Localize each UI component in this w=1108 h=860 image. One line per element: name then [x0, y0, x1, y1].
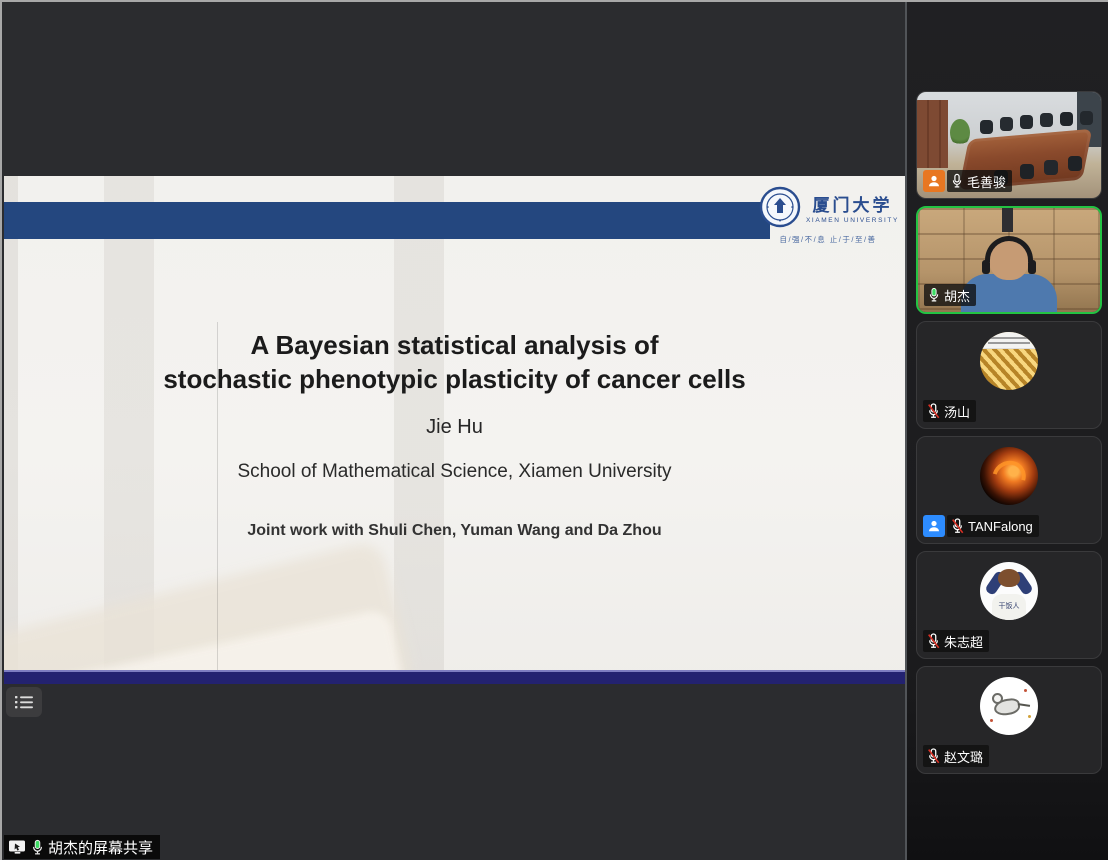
participant-tile-maoshanjun[interactable]: 毛善骏	[916, 91, 1102, 199]
avatar-label-band	[980, 332, 1038, 349]
dragon-avatar	[980, 447, 1038, 505]
participant-name: 毛善骏	[967, 172, 1006, 191]
slide-affiliation: School of Mathematical Science, Xiamen U…	[4, 461, 905, 483]
xiamen-university-logo: 厦门大学 XIAMEN UNIVERSITY 自/强/不/息 止/于/至/善	[759, 186, 897, 248]
mic-muted-icon	[927, 403, 940, 419]
slide-title: A Bayesian statistical analysis of stoch…	[4, 328, 905, 396]
participant-nameplate: 胡杰	[924, 284, 976, 306]
meeting-window: 厦门大学 XIAMEN UNIVERSITY 自/强/不/息 止/于/至/善 A…	[0, 0, 1108, 860]
participants-sidebar: 毛善骏	[905, 2, 1108, 860]
participant-nameplate: TANFalong	[923, 515, 1039, 537]
cartoon-head	[998, 569, 1020, 587]
participant-tile-tangshan[interactable]: 汤山	[916, 321, 1102, 429]
participant-name: 胡杰	[944, 286, 970, 305]
ceiling-beam	[1002, 208, 1013, 232]
slide-title-line1: A Bayesian statistical analysis of	[250, 330, 658, 360]
participant-nameplate: 朱志超	[923, 630, 989, 652]
mic-on-icon	[951, 173, 963, 189]
bird-head	[992, 693, 1003, 704]
participant-name: 赵文璐	[944, 747, 983, 766]
room-chairs	[980, 120, 993, 134]
mic-muted-icon	[951, 518, 964, 534]
room-plant	[950, 119, 970, 147]
slide-joint-work: Joint work with Shuli Chen, Yuman Wang a…	[4, 522, 905, 540]
university-name-en: XIAMEN UNIVERSITY	[806, 217, 899, 224]
screen-share-stage: 厦门大学 XIAMEN UNIVERSITY 自/强/不/息 止/于/至/善 A…	[2, 2, 907, 860]
participant-name: 朱志超	[944, 632, 983, 651]
slide-outline-button[interactable]	[6, 687, 42, 717]
participant-tile-tanfalong[interactable]: TANFalong	[916, 436, 1102, 544]
screen-share-banner: 胡杰的屏幕共享	[4, 835, 160, 859]
university-seal-icon	[759, 186, 801, 228]
presentation-slide: 厦门大学 XIAMEN UNIVERSITY 自/强/不/息 止/于/至/善 A…	[4, 176, 905, 684]
university-motto: 自/强/不/息 止/于/至/善	[759, 234, 897, 245]
university-name-zh: 厦门大学	[812, 191, 892, 216]
mic-muted-icon	[927, 748, 940, 764]
room-chairs	[1020, 164, 1034, 179]
participant-tile-zhuzhichao[interactable]: 干饭人 朱志超	[916, 551, 1102, 659]
mic-speaking-icon	[31, 839, 44, 856]
list-icon	[14, 694, 34, 710]
participant-tile-zhaowenlu[interactable]: 赵文璐	[916, 666, 1102, 774]
member-badge-icon	[923, 515, 945, 537]
mic-muted-icon	[927, 633, 940, 649]
participant-tile-hujie[interactable]: 胡杰	[916, 206, 1102, 314]
headphone-cup	[982, 260, 990, 274]
slide-author: Jie Hu	[4, 416, 905, 439]
participant-name: 汤山	[944, 402, 970, 421]
slide-accent-bar	[4, 202, 770, 239]
cartoon-person-avatar: 干饭人	[980, 562, 1038, 620]
participant-nameplate: 毛善骏	[923, 170, 1012, 192]
bird-avatar	[980, 677, 1038, 735]
room-cabinet	[917, 100, 948, 168]
participant-name: TANFalong	[968, 519, 1033, 534]
participant-nameplate: 汤山	[923, 400, 976, 422]
headphone-cup	[1028, 260, 1036, 274]
participant-nameplate: 赵文璐	[923, 745, 989, 767]
headphones	[985, 236, 1033, 262]
screen-share-icon	[8, 839, 27, 856]
slide-footer-bar	[4, 670, 905, 684]
pasta-avatar	[980, 332, 1038, 390]
bird-accent-dots	[1024, 689, 1027, 692]
dragon-swirl	[986, 455, 1031, 500]
mic-speaking-icon	[928, 287, 940, 303]
slide-title-line2: stochastic phenotypic plasticity of canc…	[163, 364, 745, 394]
cartoon-shirt-text: 干饭人	[992, 594, 1026, 620]
screen-share-banner-label: 胡杰的屏幕共享	[48, 837, 153, 858]
member-badge-icon	[923, 170, 945, 192]
